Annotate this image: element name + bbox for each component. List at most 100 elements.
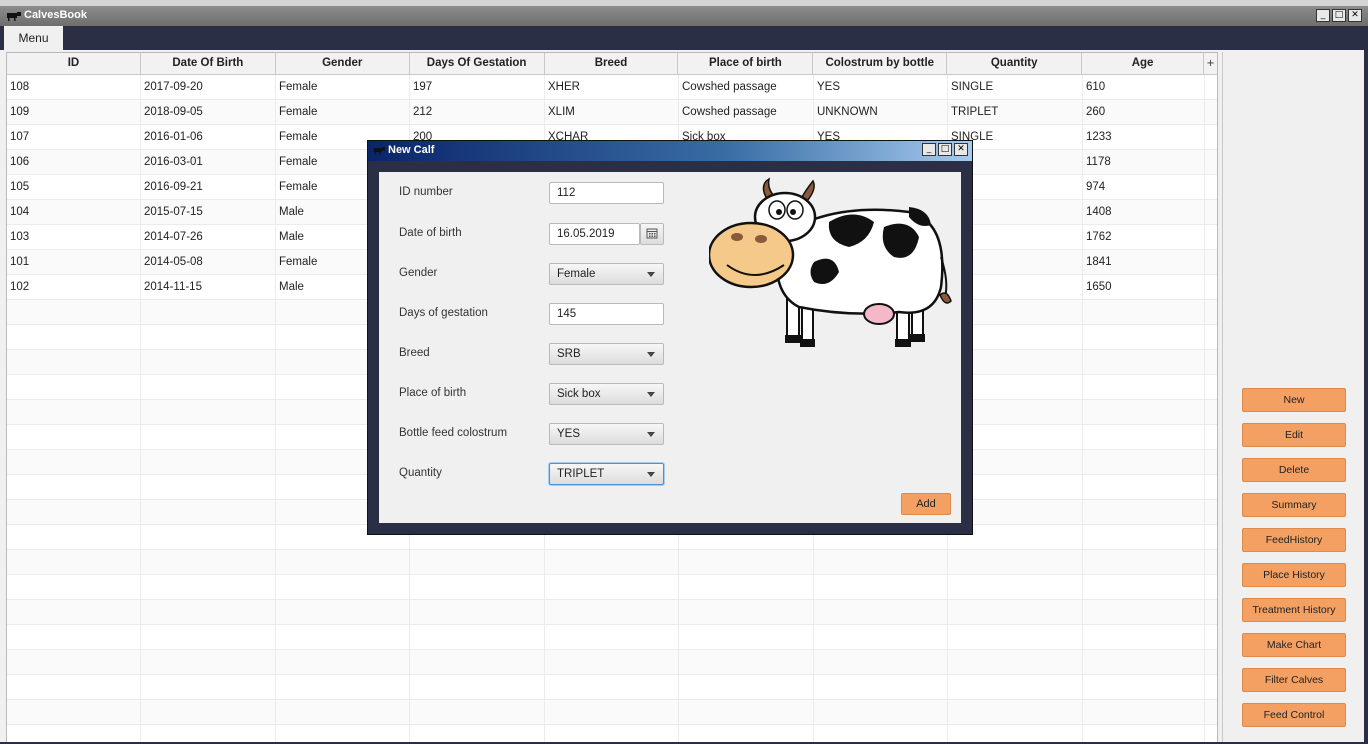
table-cell [276, 625, 410, 649]
table-row[interactable] [7, 700, 1217, 725]
window-titlebar[interactable]: CalvesBook _ □ ✕ [0, 6, 1368, 26]
filter-calves-button[interactable]: Filter Calves [1242, 668, 1346, 692]
table-cell [141, 675, 276, 699]
column-header[interactable]: ID [7, 53, 141, 74]
table-row[interactable] [7, 675, 1217, 700]
table-row[interactable] [7, 550, 1217, 575]
summary-button[interactable]: Summary [1242, 493, 1346, 517]
window-controls: _ □ ✕ [1316, 9, 1362, 22]
gender-select[interactable]: Female [549, 263, 664, 285]
make-chart-button[interactable]: Make Chart [1242, 633, 1346, 657]
feed-control-button[interactable]: Feed Control [1242, 703, 1346, 727]
column-header[interactable]: Days Of Gestation [410, 53, 545, 74]
table-cell [679, 625, 814, 649]
place-of-birth-select[interactable]: Sick box [549, 383, 664, 405]
table-cell [679, 675, 814, 699]
delete-button[interactable]: Delete [1242, 458, 1346, 482]
table-cell [410, 575, 545, 599]
table-cell [410, 625, 545, 649]
id-number-input[interactable]: 112 [549, 182, 664, 204]
table-cell [814, 600, 948, 624]
chevron-down-icon [647, 272, 655, 277]
column-header[interactable]: Place of birth [678, 53, 814, 74]
treatment-history-button[interactable]: Treatment History [1242, 598, 1346, 622]
table-cell [276, 600, 410, 624]
menu-button[interactable]: Menu [4, 26, 63, 50]
table-cell: 2016-01-06 [141, 125, 276, 149]
close-button[interactable]: ✕ [1348, 9, 1362, 22]
place-history-button[interactable]: Place History [1242, 563, 1346, 587]
feed-history-button[interactable]: FeedHistory [1242, 528, 1346, 552]
date-of-birth-input[interactable]: 16.05.2019 [549, 223, 640, 245]
table-cell: UNKNOWN [814, 100, 948, 124]
dialog-close-button[interactable]: ✕ [954, 143, 968, 156]
column-menu-button[interactable]: + [1204, 53, 1217, 74]
column-header[interactable]: Quantity [947, 53, 1083, 74]
table-cell [1083, 425, 1205, 449]
table-cell: XHER [545, 75, 679, 99]
breed-select[interactable]: SRB [549, 343, 664, 365]
table-cell: 101 [7, 250, 141, 274]
table-row[interactable]: 108 2017-09-20 Female 197 XHER Cowshed passag… [7, 75, 1217, 100]
table-cell [410, 550, 545, 574]
breed-value: SRB [557, 348, 581, 360]
table-cell [7, 575, 141, 599]
maximize-button[interactable]: □ [1332, 9, 1346, 22]
bottle-feed-colostrum-select[interactable]: YES [549, 423, 664, 445]
column-header[interactable]: Breed [545, 53, 679, 74]
table-cell: Cowshed passage [679, 100, 814, 124]
table-cell [141, 575, 276, 599]
cow-icon [373, 147, 385, 155]
table-cell: TRIPLET [948, 100, 1083, 124]
table-cell: 1650 [1083, 275, 1205, 299]
menu-bar: Menu [0, 26, 1364, 50]
id-number-label: ID number [399, 186, 453, 198]
table-cell: 1841 [1083, 250, 1205, 274]
days-of-gestation-input[interactable]: 145 [549, 303, 664, 325]
table-cell: 108 [7, 75, 141, 99]
table-row[interactable] [7, 650, 1217, 675]
dialog-maximize-button[interactable]: □ [938, 143, 952, 156]
column-header[interactable]: Colostrum by bottle [813, 53, 948, 74]
table-cell [410, 700, 545, 724]
table-cell: Female [276, 100, 410, 124]
edit-button[interactable]: Edit [1242, 423, 1346, 447]
table-cell [814, 625, 948, 649]
table-cell [679, 700, 814, 724]
table-cell [141, 300, 276, 324]
table-cell [1083, 350, 1205, 374]
column-header[interactable]: Date Of Birth [141, 53, 276, 74]
table-cell [948, 575, 1083, 599]
dialog-body: ID number 112 Date of birth 16.05.2019 G… [379, 172, 961, 523]
new-button[interactable]: New [1242, 388, 1346, 412]
table-row[interactable] [7, 625, 1217, 650]
table-cell: XLIM [545, 100, 679, 124]
table-cell: 197 [410, 75, 545, 99]
dialog-titlebar[interactable]: New Calf _ □ ✕ [368, 141, 972, 161]
table-cell: 104 [7, 200, 141, 224]
calendar-button[interactable] [640, 223, 664, 245]
table-cell [948, 550, 1083, 574]
new-calf-dialog: New Calf _ □ ✕ ID number 112 Date of bir… [367, 140, 973, 535]
cow-icon [7, 12, 21, 21]
table-cell [1083, 300, 1205, 324]
table-cell [1083, 375, 1205, 399]
table-cell [545, 550, 679, 574]
table-cell [141, 550, 276, 574]
dialog-minimize-button[interactable]: _ [922, 143, 936, 156]
table-row[interactable] [7, 575, 1217, 600]
column-header[interactable]: Age [1082, 53, 1205, 74]
quantity-select[interactable]: TRIPLET [549, 463, 664, 485]
table-cell [545, 650, 679, 674]
table-cell [276, 550, 410, 574]
table-cell [141, 600, 276, 624]
minimize-button[interactable]: _ [1316, 9, 1330, 22]
table-row[interactable] [7, 600, 1217, 625]
table-cell: 212 [410, 100, 545, 124]
add-button[interactable]: Add [901, 493, 951, 515]
table-row[interactable]: 109 2018-09-05 Female 212 XLIM Cowshed passag… [7, 100, 1217, 125]
table-cell [1083, 525, 1205, 549]
table-cell [7, 650, 141, 674]
side-panel: New Edit Delete Summary FeedHistory Place His… [1222, 52, 1365, 742]
column-header[interactable]: Gender [276, 53, 410, 74]
